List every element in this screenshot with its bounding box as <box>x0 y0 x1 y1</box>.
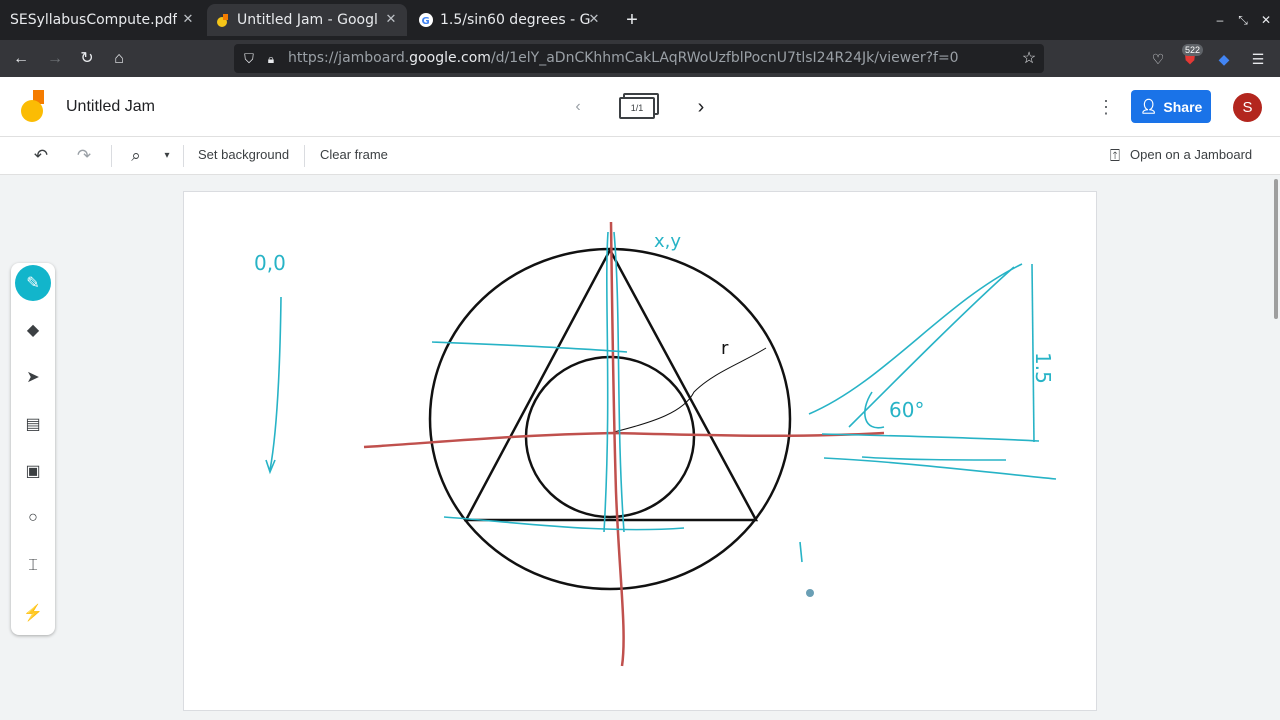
underline-stroke <box>823 457 1057 480</box>
angle-label: 60° <box>889 398 924 422</box>
url-field[interactable]: ⛉ 🔒︎ https://jamboard.google.com/d/1elY_… <box>234 44 1044 73</box>
shape-tool[interactable]: ○ <box>15 500 51 536</box>
undo-icon[interactable]: ↶ <box>30 145 52 167</box>
cast-to-jamboard-icon[interactable]: ⍐ <box>1104 145 1126 167</box>
pen-icon: ✎ <box>26 275 40 292</box>
eraser-icon: ◆ <box>26 322 40 339</box>
share-label: Share <box>1163 98 1203 115</box>
board-toolbar: ↶ ↷ ⌕ ▾ Set background Clear frame ⍐ Ope… <box>0 137 1280 175</box>
redo-icon[interactable]: ↷ <box>73 145 95 167</box>
red-strokes <box>363 221 885 667</box>
window-close-icon[interactable]: ✕ <box>1258 12 1274 28</box>
frame-counter[interactable]: 1/1 <box>619 93 659 121</box>
triangle-base-stroke <box>821 433 1040 442</box>
browser-tab-bar: SESyllabusCompute.pdf ✕ Untitled Jam - G… <box>0 0 1280 40</box>
underline-stroke-2 <box>861 456 1007 461</box>
scroll-thumb[interactable] <box>1274 179 1278 319</box>
incircle-stroke <box>524 355 696 519</box>
pen-tool[interactable]: ✎ <box>15 265 51 301</box>
cyan-strokes <box>265 231 1057 563</box>
vertical-guide-stroke <box>603 231 609 533</box>
hypotenuse-stroke <box>808 263 1023 415</box>
set-background-button[interactable]: Set background <box>198 147 289 162</box>
frame-counter-label: 1/1 <box>619 97 655 119</box>
text-box-tool[interactable]: ⌶ <box>15 548 51 584</box>
sticky-note-tool[interactable]: ▤ <box>15 406 51 442</box>
text-box-icon: ⌶ <box>28 557 38 574</box>
image-tool[interactable]: ▣ <box>15 453 51 489</box>
xy-label: x,y <box>654 231 681 252</box>
jamboard-favicon-icon <box>215 12 231 28</box>
extension-badge: 522 <box>1182 44 1204 56</box>
jamboard-logo-icon <box>20 89 48 123</box>
new-tab-icon[interactable]: + <box>622 10 642 30</box>
circumcircle-stroke <box>428 247 792 591</box>
next-frame-icon[interactable]: › <box>691 97 711 117</box>
address-bar-row: ← → ↻ ⌂ ⛉ 🔒︎ https://jamboard.google.com… <box>0 40 1280 77</box>
drawing-canvas[interactable]: 0,0 x,y 1.5 60° r <box>184 192 1098 712</box>
forward-icon[interactable]: → <box>44 48 66 70</box>
bookmark-star-icon[interactable]: ☆ <box>1018 48 1040 70</box>
app-header: Untitled Jam ‹ 1/1 › ⋮ 👤︎ Share S <box>0 77 1280 137</box>
circle-shape-icon: ○ <box>28 509 38 526</box>
laser-icon: ⚡ <box>23 605 43 622</box>
avatar[interactable]: S <box>1233 93 1262 122</box>
horizontal-guide-stroke <box>431 341 628 353</box>
image-icon: ▣ <box>25 463 41 480</box>
tool-palette: ✎ ◆ ➤ ▤ ▣ ○ ⌶ ⚡ <box>11 263 55 635</box>
previous-frame-icon[interactable]: ‹ <box>568 97 588 117</box>
extension-icon[interactable]: ◆ <box>1214 49 1234 69</box>
value-label: 1.5 <box>1031 352 1055 384</box>
scrollbar[interactable] <box>1272 175 1280 720</box>
tab-title: 1.5/sin60 degrees - Goo <box>440 12 590 28</box>
origin-label: 0,0 <box>254 251 286 275</box>
svg-text:G: G <box>422 16 430 27</box>
menu-icon[interactable]: ☰ <box>1248 49 1268 69</box>
toolbar-divider <box>304 145 305 167</box>
jam-title[interactable]: Untitled Jam <box>66 98 155 116</box>
cursor-dot <box>806 589 814 597</box>
toolbar-divider <box>111 145 112 167</box>
toolbar-divider <box>183 145 184 167</box>
pocket-icon[interactable]: ♡ <box>1148 49 1168 69</box>
tab-close-icon[interactable]: ✕ <box>383 12 399 28</box>
laser-tool[interactable]: ⚡ <box>15 595 51 631</box>
sticky-note-icon: ▤ <box>25 416 41 433</box>
reload-icon[interactable]: ↻ <box>76 48 98 70</box>
url-text: https://jamboard.google.com/d/1elY_aDnCK… <box>288 50 959 66</box>
canvas-area: 0,0 x,y 1.5 60° r <box>0 175 1272 720</box>
browser-tab[interactable]: SESyllabusCompute.pdf ✕ <box>0 4 204 36</box>
tab-title: Untitled Jam - Google J <box>237 12 377 28</box>
down-arrow-stroke <box>269 296 282 471</box>
lock-icon[interactable]: 🔒︎ <box>260 48 282 70</box>
shield-icon[interactable]: ⛉ <box>238 48 260 70</box>
open-on-jamboard-button[interactable]: Open on a Jamboard <box>1130 147 1252 162</box>
minimize-icon[interactable]: – <box>1212 12 1228 28</box>
black-strokes <box>428 247 792 591</box>
hypotenuse-stroke-2 <box>848 266 1015 428</box>
x-axis-stroke <box>363 431 885 449</box>
google-favicon-icon: G <box>418 12 434 28</box>
zoom-dropdown-icon[interactable]: ▾ <box>156 145 178 167</box>
zoom-icon[interactable]: ⌕ <box>125 145 147 167</box>
whiteboard-frame[interactable]: 0,0 x,y 1.5 60° r <box>183 191 1097 711</box>
tab-close-icon[interactable]: ✕ <box>180 12 196 28</box>
restore-icon[interactable]: ⤡ <box>1235 12 1251 28</box>
cursor-arrow-icon: ➤ <box>26 369 40 386</box>
tab-title: SESyllabusCompute.pdf <box>10 12 178 28</box>
radius-label: r <box>721 338 729 359</box>
home-icon[interactable]: ⌂ <box>108 48 130 70</box>
browser-tab[interactable]: G 1.5/sin60 degrees - Goo ✕ <box>410 4 610 36</box>
share-button[interactable]: 👤︎ Share <box>1131 90 1211 123</box>
browser-tab-active[interactable]: Untitled Jam - Google J ✕ <box>207 4 407 36</box>
eraser-tool[interactable]: ◆ <box>15 312 51 348</box>
person-add-icon: 👤︎ <box>1139 98 1158 114</box>
clear-frame-button[interactable]: Clear frame <box>320 147 388 162</box>
back-icon[interactable]: ← <box>10 48 32 70</box>
more-options-icon[interactable]: ⋮ <box>1097 97 1115 117</box>
angle-arc-stroke <box>864 391 885 429</box>
select-tool[interactable]: ➤ <box>15 359 51 395</box>
tab-close-icon[interactable]: ✕ <box>586 12 602 28</box>
tick-stroke <box>799 541 803 563</box>
